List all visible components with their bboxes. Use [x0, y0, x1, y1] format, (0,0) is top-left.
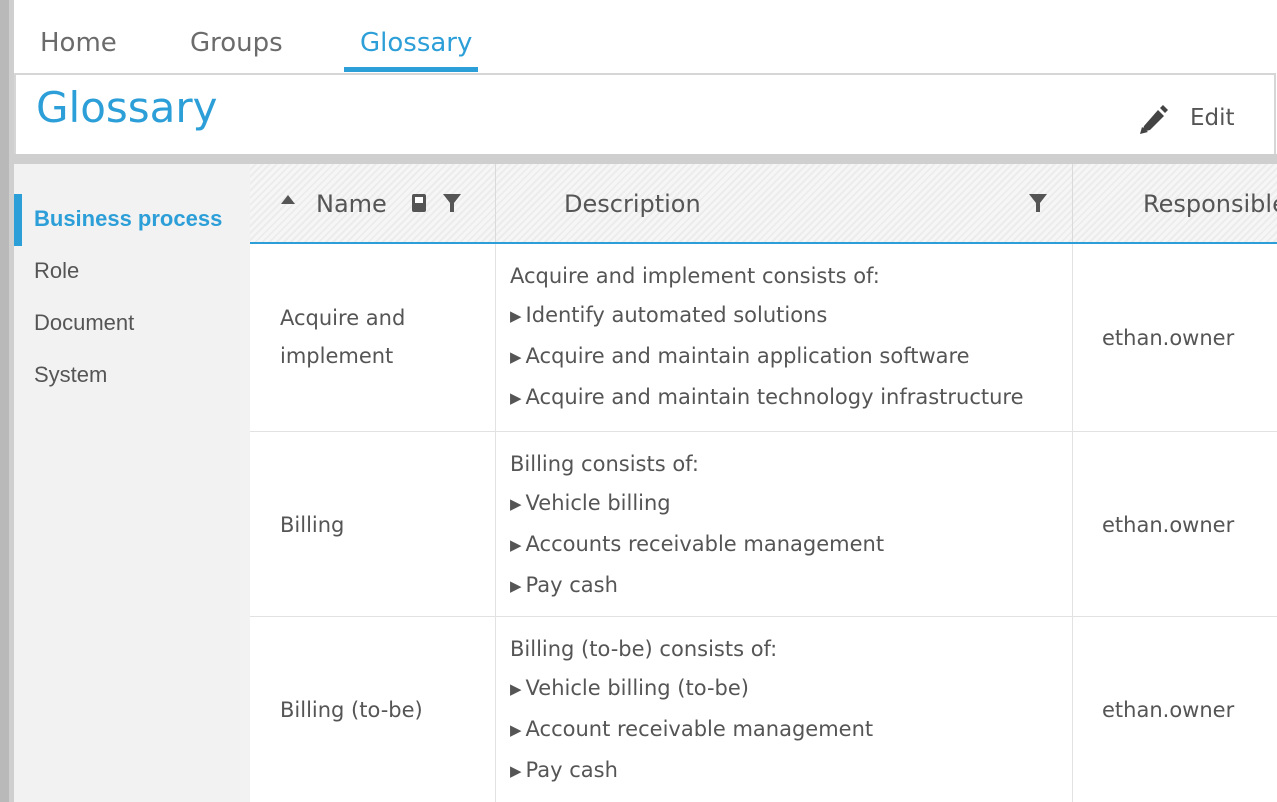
cell-name[interactable]: Acquire and implement	[280, 299, 405, 375]
column-label-name: Name	[316, 190, 387, 218]
sidebar-item-system[interactable]: System	[34, 362, 107, 388]
cell-description: Acquire and implement consists of: ▶ Iden…	[510, 257, 1024, 419]
column-header-description[interactable]: Description	[496, 164, 1072, 242]
name-line: Acquire and	[280, 306, 406, 330]
top-nav: Home Groups Glossary	[14, 0, 1277, 73]
tab-glossary[interactable]: Glossary	[360, 28, 472, 58]
cell-responsible: ethan.owner	[1102, 698, 1235, 722]
play-arrow-icon: ▶	[510, 536, 522, 554]
tab-groups[interactable]: Groups	[190, 28, 283, 58]
book-icon[interactable]	[410, 192, 428, 214]
cell-name[interactable]: Billing	[280, 506, 344, 544]
description-item[interactable]: ▶ Vehicle billing	[510, 484, 884, 525]
table-row[interactable]: Acquire and implement Acquire and implem…	[250, 244, 1277, 432]
sidebar-item-business-process[interactable]: Business process	[34, 206, 222, 232]
sidebar-item-role[interactable]: Role	[34, 258, 79, 284]
description-item[interactable]: ▶ Accounts receivable management	[510, 525, 884, 566]
tab-home[interactable]: Home	[40, 28, 117, 58]
play-arrow-icon: ▶	[510, 348, 522, 366]
play-arrow-icon: ▶	[510, 721, 522, 739]
column-label-responsible: Responsible	[1143, 190, 1277, 218]
table-header: Name Description Responsible	[250, 164, 1277, 244]
play-arrow-icon: ▶	[510, 389, 522, 407]
play-arrow-icon: ▶	[510, 762, 522, 780]
description-item[interactable]: ▶ Acquire and maintain application softwa…	[510, 337, 1024, 378]
column-header-responsible[interactable]: Responsible	[1073, 164, 1277, 242]
sidebar: Business process Role Document System	[14, 164, 250, 802]
sort-up-icon[interactable]	[280, 194, 296, 206]
cell-description: Billing (to-be) consists of: ▶ Vehicle bi…	[510, 630, 873, 792]
description-item[interactable]: ▶ Acquire and maintain technology infrast…	[510, 378, 1024, 419]
play-arrow-icon: ▶	[510, 680, 522, 698]
app-frame: Home Groups Glossary Glossary Edit Busin…	[9, 0, 1277, 802]
column-header-name[interactable]: Name	[250, 164, 482, 242]
description-item[interactable]: ▶ Pay cash	[510, 751, 873, 792]
play-arrow-icon: ▶	[510, 307, 522, 325]
edit-label: Edit	[1190, 105, 1235, 131]
header-divider	[14, 154, 1277, 164]
description-intro: Billing consists of:	[510, 452, 699, 476]
page-title: Glossary	[36, 83, 218, 132]
pencil-icon	[1140, 105, 1168, 134]
description-intro: Acquire and implement consists of:	[510, 264, 880, 288]
cell-responsible: ethan.owner	[1102, 513, 1235, 537]
column-separator	[495, 432, 496, 616]
cell-name[interactable]: Billing (to-be)	[280, 691, 423, 729]
page-header: Glossary Edit	[14, 73, 1276, 157]
glossary-table: Name Description Responsible Acquire and…	[250, 164, 1277, 802]
filter-icon[interactable]	[1028, 192, 1048, 214]
sidebar-item-document[interactable]: Document	[34, 310, 134, 336]
name-line: Billing (to-be)	[280, 698, 423, 722]
column-separator	[1072, 244, 1073, 431]
sidebar-active-marker	[14, 194, 22, 246]
description-intro: Billing (to-be) consists of:	[510, 637, 778, 661]
play-arrow-icon: ▶	[510, 495, 522, 513]
description-item[interactable]: ▶ Account receivable management	[510, 710, 873, 751]
table-row[interactable]: Billing Billing consists of: ▶ Vehicle bi…	[250, 432, 1277, 617]
cell-description: Billing consists of: ▶ Vehicle billing ▶ A…	[510, 445, 884, 607]
name-line: Billing	[280, 513, 345, 537]
name-line: implement	[280, 344, 394, 368]
column-separator	[495, 617, 496, 802]
column-separator	[1072, 617, 1073, 802]
description-item[interactable]: ▶ Vehicle billing (to-be)	[510, 669, 873, 710]
cell-responsible: ethan.owner	[1102, 326, 1235, 350]
description-item[interactable]: ▶ Identify automated solutions	[510, 296, 1024, 337]
filter-icon[interactable]	[442, 192, 462, 214]
play-arrow-icon: ▶	[510, 577, 522, 595]
active-tab-indicator	[344, 67, 478, 72]
column-separator	[495, 244, 496, 431]
table-row[interactable]: Billing (to-be) Billing (to-be) consists…	[250, 617, 1277, 802]
column-separator	[1072, 432, 1073, 616]
description-item[interactable]: ▶ Pay cash	[510, 566, 884, 607]
column-label-description: Description	[564, 190, 701, 218]
